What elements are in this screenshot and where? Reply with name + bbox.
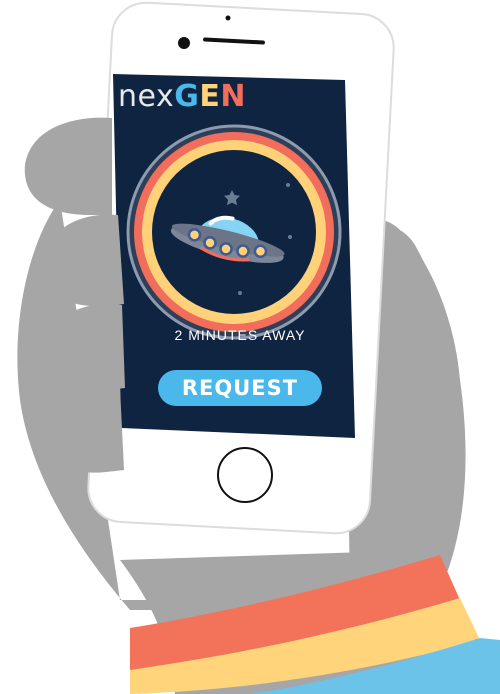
logo-letter-g: G: [174, 79, 200, 114]
star-dot: [286, 183, 290, 187]
finger-index: [24, 117, 112, 215]
logo-letter-e: E: [199, 79, 221, 114]
sensor-dot: [225, 15, 231, 21]
star-dot: [238, 291, 242, 295]
logo-letter-n: N: [220, 79, 246, 114]
illustration: [17, 1, 500, 694]
app-logo: nexGEN: [118, 80, 246, 114]
eta-text: 2 MINUTES AWAY: [174, 327, 306, 343]
logo-light-part: nex: [118, 79, 175, 114]
request-button[interactable]: REQUEST: [158, 370, 322, 406]
star-dot: [288, 235, 292, 239]
home-button-icon[interactable]: [217, 447, 273, 503]
front-camera-icon: [178, 37, 190, 49]
